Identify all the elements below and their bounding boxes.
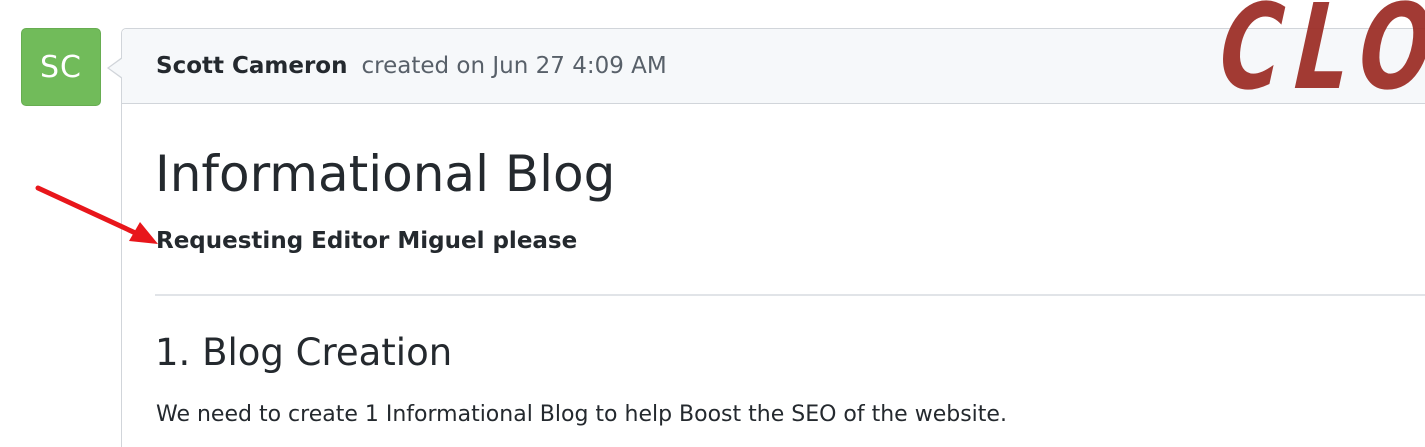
comment-pointer-fill xyxy=(109,58,123,78)
body-paragraph: We need to create 1 Informational Blog t… xyxy=(156,402,1007,427)
stamp-text: CLO xyxy=(1222,0,1425,116)
avatar-initials: SC xyxy=(40,49,82,85)
red-arrow-icon xyxy=(35,185,158,244)
stamp-overlay: CLO xyxy=(1222,0,1425,130)
request-note: Requesting Editor Miguel please xyxy=(156,228,578,254)
comment-thread: SC Scott Cameron created on Jun 27 4:09 … xyxy=(0,0,1425,447)
created-timestamp: created on Jun 27 4:09 AM xyxy=(361,53,667,79)
divider xyxy=(155,294,1425,296)
page-title: Informational Blog xyxy=(155,145,616,203)
author-name[interactable]: Scott Cameron xyxy=(156,53,347,79)
section-heading: 1. Blog Creation xyxy=(155,331,453,374)
avatar[interactable]: SC xyxy=(21,28,101,106)
